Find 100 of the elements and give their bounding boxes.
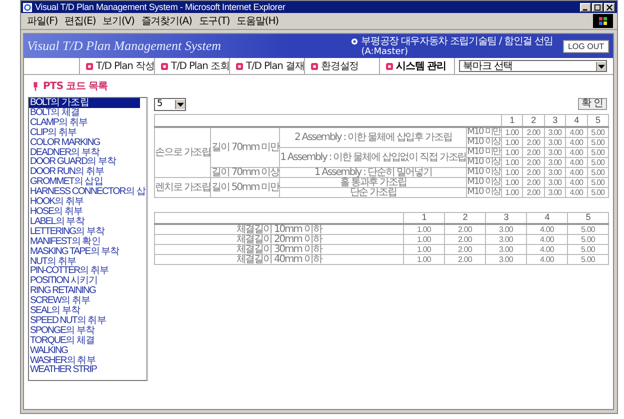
code-item[interactable]: CLIP의 취부: [29, 128, 146, 138]
table-cell: 4.00: [566, 137, 588, 147]
table-cell: 4.00: [526, 224, 568, 234]
count-select[interactable]: 5: [154, 98, 186, 110]
code-item[interactable]: GROMMET의 삽입: [29, 177, 146, 188]
code-item[interactable]: LETTERING의 부착: [29, 226, 146, 237]
table-cell: M10 이상: [466, 167, 502, 177]
table-cell: 4.00: [566, 157, 588, 167]
table-cell: 2.00: [522, 126, 544, 137]
column-header: 1: [501, 114, 523, 126]
table-cell: M10 이상: [466, 157, 502, 167]
menu-item[interactable]: 도움말(H): [236, 14, 278, 28]
table-cell: 1.00: [501, 187, 523, 197]
table-cell: 3.00: [486, 244, 526, 254]
code-item[interactable]: SEAL의 부착: [29, 306, 146, 316]
table-cell: 1 Assembly : 단순히 밀어넣기: [280, 167, 467, 177]
menu-item[interactable]: 보기(V): [102, 14, 134, 28]
menu-item[interactable]: 도구(T): [198, 14, 230, 28]
table-cell: M10 미만: [466, 126, 502, 137]
nav-tab[interactable]: T/D Plan 결재: [230, 58, 305, 74]
code-item[interactable]: CLAMP의 취부: [29, 118, 146, 128]
close-button[interactable]: [604, 2, 615, 12]
nav-tab[interactable]: 시스템 관리: [380, 58, 455, 74]
table-cell: 5.00: [587, 167, 608, 177]
table-cell: 2.00: [522, 147, 544, 157]
table-cell: M10 이상: [466, 137, 502, 147]
code-item[interactable]: DOOR RUN의 취부: [29, 167, 146, 178]
table-cell: 3.00: [544, 137, 566, 147]
column-header: 1: [404, 212, 444, 224]
table-cell: 5.00: [587, 157, 608, 167]
table-cell: 1.00: [404, 244, 444, 254]
code-item[interactable]: WALKING: [29, 346, 146, 356]
code-item[interactable]: DOOR GUARD의 부착: [29, 157, 146, 168]
code-item[interactable]: WEATHER STRIP: [29, 365, 146, 376]
table-cell: 체결길이 10mm 이하: [154, 224, 404, 234]
code-item[interactable]: POSITION 시키기: [29, 276, 146, 286]
column-header: 2: [522, 114, 544, 126]
maximize-button[interactable]: [592, 2, 603, 12]
code-list[interactable]: [28, 97, 148, 381]
confirm-button[interactable]: 확 인: [578, 98, 607, 110]
code-item[interactable]: DEADNER의 부착: [29, 148, 146, 158]
code-item[interactable]: MANIFEST의 확인: [29, 236, 146, 247]
table-cell: 4.00: [526, 234, 568, 244]
code-item[interactable]: COLOR MARKING: [29, 138, 146, 148]
close-icon: [606, 4, 613, 10]
code-item[interactable]: BOLT의 가조립: [29, 98, 140, 108]
table-cell: 체결길이 20mm 이하: [154, 234, 404, 244]
table-cell: 2.00: [444, 254, 486, 264]
code-item[interactable]: MASKING TAPE의 부착: [29, 246, 146, 256]
table-cell: 3.00: [486, 254, 526, 264]
table-cell: 1.00: [501, 137, 523, 147]
user-icon: [351, 38, 358, 44]
table-cell: 1.00: [501, 126, 523, 137]
section-title: PTS 코드 목록: [43, 80, 108, 93]
table-cell: 1.00: [404, 254, 444, 264]
code-item[interactable]: LABEL의 부착: [29, 216, 146, 227]
column-header: 3: [544, 114, 566, 126]
nav-tab[interactable]: T/D Plan 작성: [80, 58, 155, 74]
code-item[interactable]: PIN-COTTER의 취부: [29, 266, 146, 276]
code-item[interactable]: SPEED NUT의 취부: [29, 316, 146, 326]
table-cell: 4.00: [566, 177, 588, 187]
table-cell: 홀 통과후 가조립: [280, 177, 467, 187]
table-cell: 1.00: [501, 177, 523, 187]
column-header: 5: [568, 212, 608, 224]
bullet-icon: [236, 62, 243, 70]
code-item[interactable]: SPONGE의 부착: [29, 326, 146, 336]
table-cell: 단순 가조립: [280, 187, 467, 197]
logout-button[interactable]: LOG OUT: [562, 40, 609, 52]
menu-item[interactable]: 파일(F): [27, 14, 58, 28]
code-item[interactable]: TORQUE의 체결: [29, 336, 146, 346]
code-item[interactable]: SCREW의 취부: [29, 296, 146, 306]
table-cell: 3.00: [544, 187, 566, 197]
menu-item[interactable]: 편집(E): [64, 14, 96, 28]
table-cell: 4.00: [526, 254, 568, 264]
code-item[interactable]: WASHER의 취부: [29, 356, 146, 366]
bookmark-select[interactable]: 북마크 선택: [459, 60, 607, 72]
column-header: 2: [444, 212, 486, 224]
table-cell: 3.00: [544, 177, 566, 187]
nav-tab[interactable]: T/D Plan 조회: [155, 58, 230, 74]
code-item[interactable]: HOOK의 취부: [29, 197, 146, 207]
code-item[interactable]: HOSE의 취부: [29, 206, 146, 217]
code-item[interactable]: RING RETAINING: [29, 286, 146, 296]
bullet-icon: [386, 62, 393, 70]
table-cell: 1.00: [404, 224, 444, 234]
dropdown-arrow-icon: [175, 100, 185, 108]
code-item[interactable]: HARNESS CONNECTOR의 삽: [29, 187, 146, 198]
nav-tab[interactable]: 환경설정: [305, 58, 380, 74]
code-item[interactable]: NUT의 취부: [29, 256, 146, 266]
table-cell: 5.00: [587, 126, 608, 137]
table-cell: 5.00: [568, 234, 608, 244]
table-cell: 체결길이 40mm 이하: [154, 254, 404, 264]
table-cell: 4.00: [566, 147, 588, 157]
minimize-button[interactable]: [580, 2, 591, 12]
bullet-icon: [161, 62, 168, 70]
code-item[interactable]: BOLT의 체결: [29, 108, 146, 118]
menu-item[interactable]: 즐겨찾기(A): [141, 14, 192, 28]
table-cell: 렌치로 가조립: [154, 177, 211, 197]
table-cell: 3.00: [544, 126, 566, 137]
table-cell: 2 Assembly : 이한 물체에 삽입후 가조립: [280, 126, 467, 147]
table-cell: 2.00: [522, 177, 544, 187]
